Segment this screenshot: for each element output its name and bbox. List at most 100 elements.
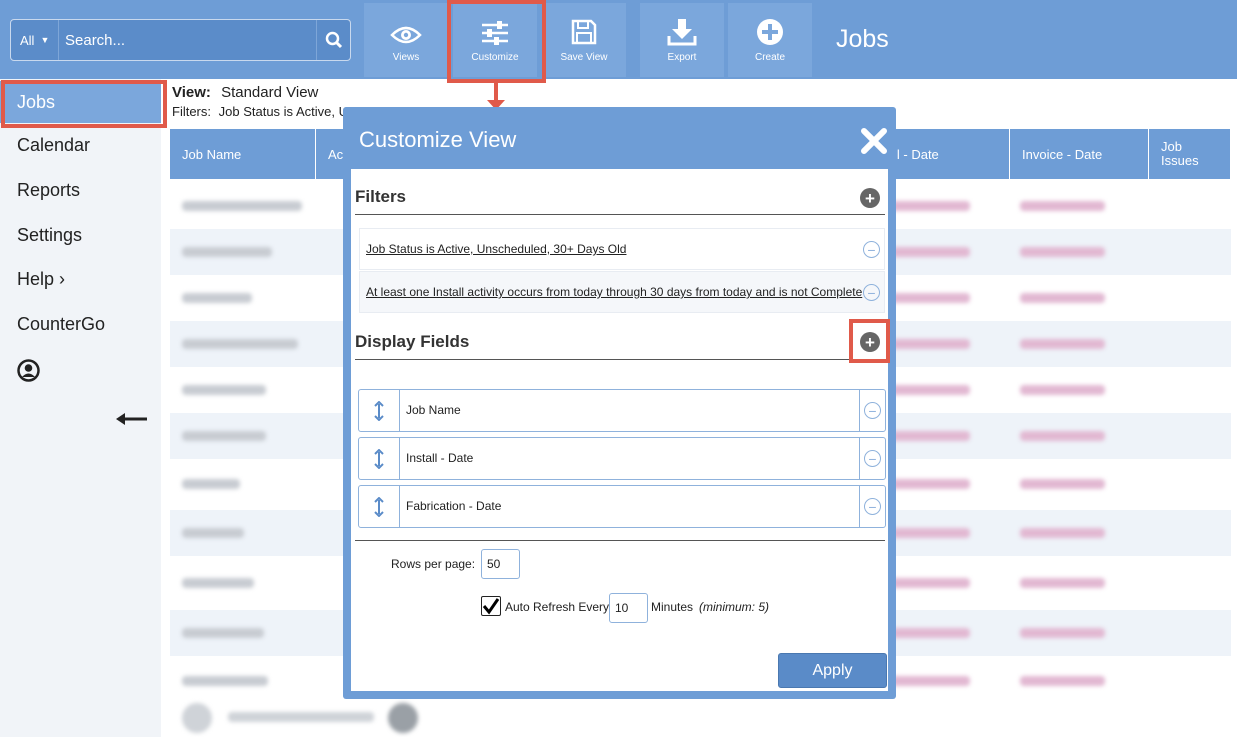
add-field-highlight bbox=[849, 319, 890, 363]
export-button[interactable]: Export bbox=[640, 3, 724, 77]
search-scope-dropdown[interactable]: All ▼ bbox=[11, 20, 59, 60]
add-filter-button[interactable]: + bbox=[860, 188, 880, 208]
create-button[interactable]: Create bbox=[728, 3, 812, 77]
arrow-left-icon bbox=[116, 413, 147, 425]
sidebar-item-help[interactable]: Help › bbox=[0, 257, 161, 301]
modal-body: Filters + Job Status is Active, Unschedu… bbox=[351, 169, 888, 691]
drag-handle[interactable] bbox=[359, 486, 400, 527]
vertical-arrows-icon bbox=[374, 448, 384, 469]
minimum-note: (minimum: 5) bbox=[699, 600, 770, 614]
minus-icon: − bbox=[867, 241, 876, 258]
display-fields-section-title: Display Fields bbox=[355, 332, 470, 351]
auto-refresh-minutes-input[interactable] bbox=[609, 593, 648, 623]
views-label: Views bbox=[392, 52, 420, 63]
sidebar-item-reports[interactable]: Reports bbox=[0, 168, 161, 212]
sidebar-item-label: Calendar bbox=[17, 134, 91, 155]
display-field-row[interactable]: Install - Date − bbox=[358, 437, 886, 480]
floppy-disk-icon bbox=[571, 19, 597, 45]
auto-refresh-checkbox[interactable] bbox=[481, 596, 501, 616]
filters-value: Job Status is Active, U bbox=[218, 104, 348, 119]
close-button[interactable] bbox=[860, 127, 888, 160]
customize-view-modal: Customize View Filters + Job Status is A… bbox=[343, 107, 896, 699]
divider bbox=[355, 214, 885, 215]
minus-icon: − bbox=[864, 450, 881, 467]
vertical-arrows-icon bbox=[374, 400, 384, 421]
remove-filter-button[interactable]: − bbox=[863, 284, 880, 301]
user-profile-button[interactable] bbox=[17, 359, 40, 387]
checkmark-icon bbox=[482, 598, 500, 615]
sidebar-item-label: Reports bbox=[17, 179, 81, 200]
minus-icon: − bbox=[864, 402, 881, 419]
create-label: Create bbox=[754, 52, 785, 63]
download-icon bbox=[667, 19, 697, 46]
remove-field-button[interactable]: − bbox=[859, 438, 885, 479]
minus-icon: − bbox=[864, 498, 881, 515]
sidebar-item-label: CounterGo bbox=[17, 313, 106, 334]
save-view-label: Save View bbox=[560, 52, 608, 63]
column-header-activity[interactable]: Ac bbox=[316, 129, 346, 179]
page-title: Jobs bbox=[836, 25, 889, 53]
filter-item[interactable]: At least one Install activity occurs fro… bbox=[359, 271, 885, 313]
divider bbox=[355, 540, 885, 541]
sidebar-item-label: Settings bbox=[17, 224, 83, 245]
jobs-highlight bbox=[1, 80, 167, 128]
column-header-invoice-date[interactable]: Invoice - Date bbox=[1010, 129, 1149, 179]
top-toolbar: All ▼ Views Customize Save View Export C… bbox=[0, 0, 1237, 79]
display-field-label: Job Name bbox=[406, 403, 461, 417]
collapse-sidebar-button[interactable] bbox=[116, 412, 148, 431]
column-header-label: Ac bbox=[328, 146, 344, 162]
modal-title: Customize View bbox=[359, 127, 517, 152]
sidebar: Jobs Calendar Reports Settings Help › Co… bbox=[0, 79, 161, 737]
view-label: View: bbox=[172, 84, 211, 101]
minus-icon: − bbox=[867, 284, 876, 301]
prev-page-button[interactable] bbox=[182, 703, 212, 733]
sidebar-item-countergo[interactable]: CounterGo bbox=[0, 302, 161, 346]
column-header-job-issues[interactable]: Job Issues bbox=[1149, 129, 1231, 179]
pagination-info bbox=[228, 712, 374, 722]
search-bar: All ▼ bbox=[10, 19, 351, 61]
view-info: View: Standard View Filters: Job Status … bbox=[172, 84, 348, 122]
search-scope-label: All bbox=[20, 32, 35, 48]
eye-icon bbox=[390, 26, 422, 44]
sidebar-item-calendar[interactable]: Calendar bbox=[0, 123, 161, 167]
minutes-label: Minutes bbox=[651, 600, 694, 614]
next-page-button[interactable] bbox=[388, 703, 418, 733]
rows-per-page-input[interactable] bbox=[481, 549, 520, 579]
rows-per-page-label: Rows per page: bbox=[391, 557, 476, 571]
remove-filter-button[interactable]: − bbox=[863, 241, 880, 258]
filters-section-title: Filters bbox=[355, 187, 407, 206]
search-button[interactable] bbox=[316, 20, 350, 60]
close-icon bbox=[861, 128, 887, 154]
divider bbox=[355, 359, 885, 360]
chevron-down-icon: ▼ bbox=[40, 35, 50, 45]
display-field-row[interactable]: Fabrication - Date − bbox=[358, 485, 886, 528]
search-input[interactable] bbox=[59, 20, 316, 60]
column-header-label: Job Issues bbox=[1161, 139, 1199, 168]
customize-highlight bbox=[447, 0, 546, 83]
user-circle-icon bbox=[17, 359, 40, 382]
display-field-row[interactable]: Job Name − bbox=[358, 389, 886, 432]
vertical-arrows-icon bbox=[374, 496, 384, 517]
column-header-job-name[interactable]: Job Name bbox=[170, 129, 316, 179]
filter-item[interactable]: Job Status is Active, Unscheduled, 30+ D… bbox=[359, 228, 885, 270]
view-value: Standard View bbox=[221, 84, 319, 101]
apply-button[interactable]: Apply bbox=[778, 653, 887, 688]
drag-handle[interactable] bbox=[359, 390, 400, 431]
sidebar-item-settings[interactable]: Settings bbox=[0, 213, 161, 257]
filters-label: Filters: bbox=[172, 104, 211, 119]
filter-text[interactable]: At least one Install activity occurs fro… bbox=[366, 285, 862, 299]
save-view-button[interactable]: Save View bbox=[542, 3, 626, 77]
plus-circle-icon bbox=[757, 19, 783, 45]
plus-icon: + bbox=[865, 188, 875, 208]
filter-text[interactable]: Job Status is Active, Unscheduled, 30+ D… bbox=[366, 242, 626, 256]
column-header-label: Job Name bbox=[182, 146, 242, 162]
remove-field-button[interactable]: − bbox=[859, 486, 885, 527]
search-icon bbox=[325, 31, 342, 49]
views-button[interactable]: Views bbox=[364, 3, 448, 77]
remove-field-button[interactable]: − bbox=[859, 390, 885, 431]
column-header-install-date[interactable]: ll - Date bbox=[880, 129, 1010, 179]
column-header-label: ll - Date bbox=[894, 146, 939, 162]
export-label: Export bbox=[667, 52, 697, 63]
drag-handle[interactable] bbox=[359, 438, 400, 479]
display-field-label: Install - Date bbox=[406, 451, 474, 465]
